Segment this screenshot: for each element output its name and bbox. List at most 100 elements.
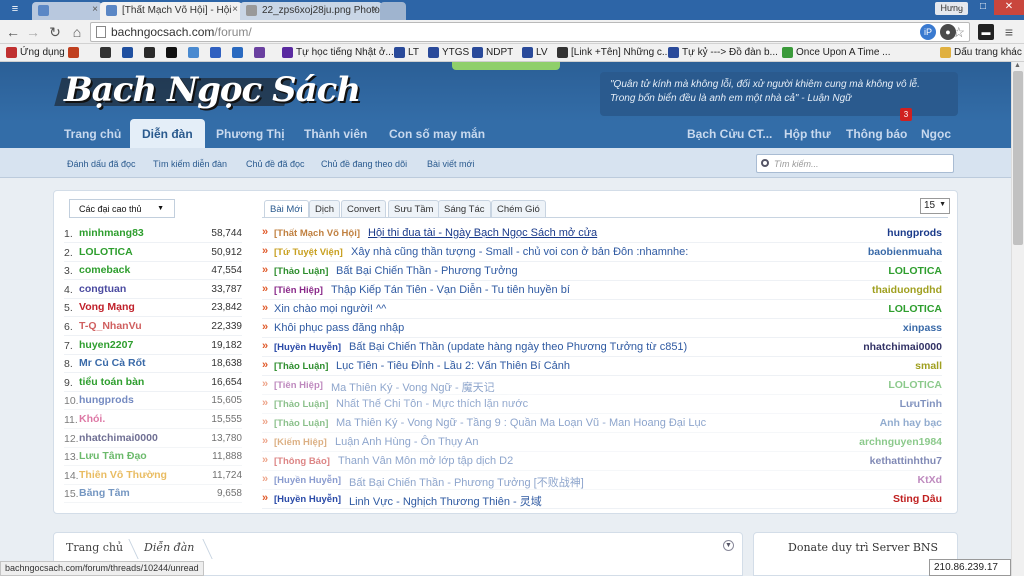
browser-tab-forum[interactable]: [Thất Mạch Võ Hội] - Hội × [100,2,242,20]
member-name-link[interactable]: Vong Mạng [79,301,135,313]
breadcrumb-home[interactable]: Trang chủ [66,541,123,554]
nav-ngoc[interactable]: Ngọc [921,127,951,141]
member-name-link[interactable]: nhatchimai0000 [79,432,158,444]
page-scrollbar[interactable]: ▲ [1011,62,1024,576]
thread-prefix[interactable]: [Thảo Luận] [274,266,328,277]
browser-tab-photo[interactable]: 22_zps6xoj28ju.png Photo × [240,2,382,20]
banner-green-tab[interactable] [452,62,560,70]
member-name-link[interactable]: huyen2207 [79,339,133,351]
new-tab-button[interactable] [380,2,406,20]
bookmark-ytgs[interactable]: YTGS [428,47,469,58]
minimize-button[interactable]: – [950,0,972,15]
thread-title-link[interactable]: Luận Anh Hùng - Ôn Thụy An [335,436,479,448]
thread-author-link[interactable]: thaiduongdhd [872,284,942,296]
thread-author-link[interactable]: Sting Dâu [893,493,942,505]
nav-inbox[interactable]: Hộp thư [784,127,831,141]
thread-title-link[interactable]: Lục Tiên - Tiêu Đỉnh - Lầu 2: Vấn Thiên … [336,360,570,372]
browser-tab-1[interactable]: × [32,2,102,20]
tab-close-icon[interactable]: × [372,4,378,15]
site-logo[interactable]: Bạch Ngọc Sách [64,70,361,110]
bookmark-lt[interactable]: LT [394,47,419,58]
nav-alerts[interactable]: Thông báo [846,127,907,141]
member-name-link[interactable]: Băng Tâm [79,487,130,499]
bookmark-other[interactable]: Dấu trang khác [940,47,1022,58]
thread-author-link[interactable]: xinpass [903,322,942,334]
thread-title-link[interactable]: Thanh Vân Môn mở lớp tập dịch D2 [338,455,513,467]
thread-title-link[interactable]: Hội thi đua tài - Ngày Bạch Ngọc Sách mở… [368,227,597,239]
member-name-link[interactable]: congtuan [79,283,126,295]
nav-account[interactable]: Bạch Cửu CT... [687,127,772,141]
thread-title-link[interactable]: Thập Kiếp Tán Tiên - Vạn Diễn - Tu tiên … [331,284,570,296]
thread-title-link[interactable]: Linh Vực - Nghịch Thương Thiên - 灵域 [349,493,542,509]
thread-prefix[interactable]: [Thảo Luận] [274,361,328,372]
home-icon[interactable]: ⌂ [68,23,86,41]
search-input[interactable]: Tìm kiếm... [756,154,954,173]
member-name-link[interactable]: Lưu Tâm Đạo [79,450,147,462]
thread-author-link[interactable]: baobienmuaha [868,246,942,258]
thread-title-link[interactable]: Khôi phục pass đăng nhập [274,322,404,334]
nav-home[interactable]: Trang chủ [64,127,121,141]
thread-author-link[interactable]: hungprods [887,227,942,239]
reload-icon[interactable]: ↻ [46,23,64,41]
thread-author-link[interactable]: small [915,360,942,372]
scrollbar-thumb[interactable] [1013,71,1023,245]
scroll-up-arrow-icon[interactable]: ▲ [1014,62,1021,69]
member-name-link[interactable]: minhmang83 [79,227,144,239]
watched-threads-link[interactable]: Chủ đề đang theo dõi [321,159,407,169]
leaderboard-select[interactable]: Các đại cao thủ ▼ [69,199,175,218]
member-name-link[interactable]: T-Q_NhanVu [79,320,142,332]
tab-collect[interactable]: Sưu Tầm [388,200,440,218]
thread-prefix[interactable]: [Tứ Tuyệt Viện] [274,247,343,258]
nav-forum[interactable]: Diễn đàn [130,119,205,148]
tab-chat[interactable]: Chém Gió [491,200,546,218]
thread-title-link[interactable]: Bất Bại Chiến Thần - Phương Tưởng [不败战神] [349,474,584,490]
bookmark-apps[interactable]: Ứng dụng [6,47,65,58]
bookmark-once-upon[interactable]: Once Upon A Time ... [782,47,891,58]
member-name-link[interactable]: comeback [79,264,130,276]
tab-close-icon[interactable]: × [92,4,98,15]
thread-author-link[interactable]: Anh hay bạc [880,417,942,429]
nav-lucky-number[interactable]: Con số may mắn [389,127,485,141]
thread-author-link[interactable]: LOLOTICA [888,303,942,315]
thread-title-link[interactable]: Xin chào mọi người! ^^ [274,303,386,315]
tab-translate[interactable]: Dịch [309,200,341,218]
chrome-menu-icon[interactable]: ≡ [6,0,24,18]
bookmark-ndpt[interactable]: NDPT [472,47,513,58]
thread-author-link[interactable]: LưuTinh [900,398,942,410]
nav-members[interactable]: Thành viên [304,127,367,141]
thread-prefix[interactable]: [Huyền Huyễn] [274,475,341,486]
tab-close-icon[interactable]: × [232,4,238,15]
member-name-link[interactable]: Mr Củ Cà Rốt [79,357,146,369]
thread-author-link[interactable]: nhatchimai0000 [863,341,942,353]
thread-prefix[interactable]: [Tiên Hiệp] [274,380,323,391]
member-name-link[interactable]: Khói. [79,413,105,425]
thread-prefix[interactable]: [Thất Mạch Võ Hội] [274,228,360,239]
thread-prefix[interactable]: [Thảo Luận] [274,418,328,429]
mark-read-link[interactable]: Đánh dấu đã đọc [67,159,136,169]
back-arrow-icon[interactable]: ← [4,23,22,41]
member-name-link[interactable]: hungprods [79,394,134,406]
read-threads-link[interactable]: Chủ đề đã đọc [246,159,305,169]
thread-prefix[interactable]: [Thông Báo] [274,456,330,467]
new-posts-link[interactable]: Bài viết mới [427,159,474,169]
bookmark-link-ten[interactable]: [Link +Tên] Những c... [557,47,670,58]
member-name-link[interactable]: tiểu toán bàn [79,376,144,388]
forward-arrow-icon[interactable]: → [24,23,42,41]
nav-market[interactable]: Phương Thị [216,127,285,141]
extension-icon-3[interactable]: ▬ [978,24,994,40]
thread-author-link[interactable]: LOLOTICA [888,379,942,391]
member-name-link[interactable]: LOLOTICA [79,246,133,258]
thread-prefix[interactable]: [Tiên Hiệp] [274,285,323,296]
tab-compose[interactable]: Sáng Tác [438,200,491,218]
bookmark-tu-ky[interactable]: Tự kỷ ---> Đồ đàn b... [668,47,778,58]
collapse-icon[interactable]: ▼ [723,540,734,551]
thread-prefix[interactable]: [Kiếm Hiệp] [274,437,327,448]
thread-author-link[interactable]: KtXd [918,474,943,486]
bookmark-tu-hoc[interactable]: Tự học tiếng Nhật ở... [282,47,394,58]
search-forum-link[interactable]: Tìm kiếm diễn đàn [153,159,227,169]
thread-prefix[interactable]: [Huyền Huyễn] [274,494,341,505]
browser-menu-icon[interactable]: ≡ [1000,23,1018,41]
thread-prefix[interactable]: [Huyền Huyễn] [274,342,341,353]
extension-icon-2[interactable]: ● [940,24,956,40]
thread-prefix[interactable]: [Thảo Luận] [274,399,328,410]
